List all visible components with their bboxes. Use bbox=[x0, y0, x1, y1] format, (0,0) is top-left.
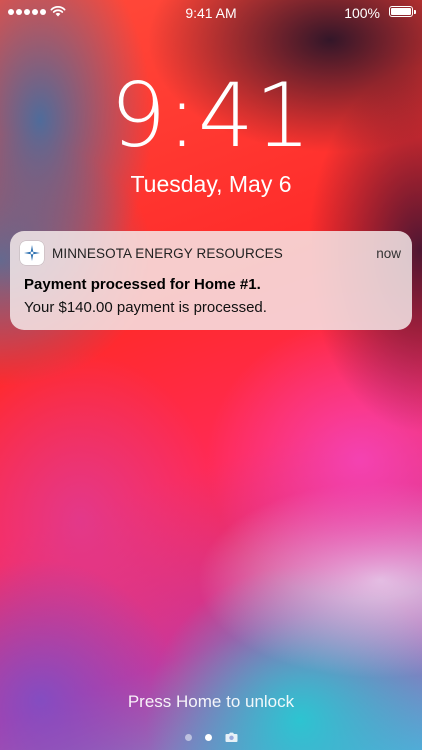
page-indicator[interactable] bbox=[0, 732, 422, 742]
lock-clock: 9:41 bbox=[110, 64, 312, 167]
lock-screen: 9:41 AM 100% 9:41 Tuesday, May 6 MINNESO… bbox=[0, 0, 422, 750]
notification-app-name: MINNESOTA ENERGY RESOURCES bbox=[52, 246, 283, 261]
page-dot-today[interactable] bbox=[184, 733, 192, 741]
notification-body: Your $140.00 payment is processed. bbox=[24, 299, 267, 316]
status-bar: 9:41 AM 100% bbox=[0, 0, 422, 26]
battery-percentage: 100% bbox=[344, 5, 380, 21]
notification-time: now bbox=[376, 246, 401, 261]
camera-icon[interactable] bbox=[225, 732, 238, 742]
energy-star-icon bbox=[20, 241, 44, 265]
lock-date: Tuesday, May 6 bbox=[130, 171, 292, 197]
unlock-hint: Press Home to unlock bbox=[127, 692, 295, 711]
page-dot-lock[interactable] bbox=[204, 733, 212, 741]
notification-header: MINNESOTA ENERGY RESOURCES now bbox=[10, 231, 412, 275]
notification-title: Payment processed for Home #1. bbox=[24, 276, 261, 293]
battery-icon bbox=[389, 6, 416, 17]
notification-card[interactable]: MINNESOTA ENERGY RESOURCES now Payment p… bbox=[10, 231, 412, 330]
